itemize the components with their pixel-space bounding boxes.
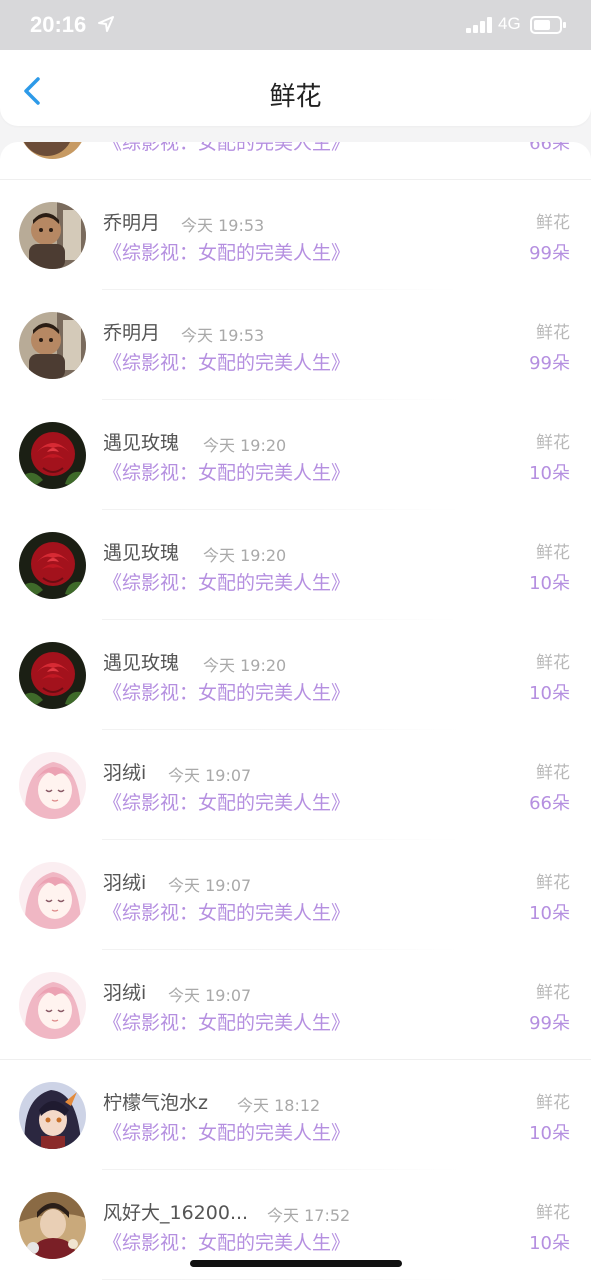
signal-bars-icon (466, 17, 494, 33)
gift-time: 今天 17:52 (267, 1206, 351, 1225)
gift-time: 今天 19:53 (181, 326, 265, 345)
home-indicator[interactable] (190, 1260, 402, 1267)
avatar[interactable] (19, 532, 86, 599)
list-item[interactable]: 羽绒i 今天 19:07 《综影视：女配的完美人生》 鲜花 66朵 (0, 730, 591, 840)
avatar[interactable] (19, 972, 86, 1039)
gift-type: 鲜花 (536, 763, 570, 783)
user-name[interactable]: 羽绒i (103, 758, 146, 785)
gift-time: 今天 19:53 (181, 216, 265, 235)
user-name[interactable]: 羽绒i (103, 978, 146, 1005)
flower-count: 10朵 (529, 1233, 570, 1254)
book-title[interactable]: 《综影视：女配的完美人生》 (103, 238, 350, 265)
list-item[interactable]: 遇见玫瑰 今天 19:20 《综影视：女配的完美人生》 鲜花 10朵 (0, 400, 591, 510)
gift-type: 鲜花 (536, 653, 570, 673)
flower-count: 66朵 (529, 793, 570, 814)
avatar[interactable] (19, 752, 86, 819)
avatar[interactable] (19, 862, 86, 929)
gift-time: 今天 19:20 (203, 546, 287, 565)
gift-time: 今天 19:20 (203, 436, 287, 455)
gift-time: 今天 19:07 (168, 766, 252, 785)
gift-type: 鲜花 (536, 543, 570, 563)
list-item[interactable]: 乔明月 今天 19:53 《综影视：女配的完美人生》 鲜花 99朵 (0, 290, 591, 400)
gift-type: 鲜花 (536, 433, 570, 453)
page-title: 鲜花 (269, 82, 322, 112)
flower-count: 99朵 (529, 353, 570, 374)
flower-count: 99朵 (529, 1013, 570, 1034)
list-item[interactable]: 遇见玫瑰 今天 19:20 《综影视：女配的完美人生》 鲜花 10朵 (0, 510, 591, 620)
location-arrow-icon (98, 16, 114, 32)
flower-count: 99朵 (529, 243, 570, 264)
book-title[interactable]: 《综影视：女配的完美人生》 (103, 458, 350, 485)
user-name[interactable]: 乔明月 (103, 318, 160, 345)
gift-type: 鲜花 (536, 983, 570, 1003)
book-title[interactable]: 《综影视：女配的完美人生》 (103, 898, 350, 925)
avatar (19, 142, 86, 159)
list-item[interactable]: 羽绒i 今天 19:07 《综影视：女配的完美人生》 鲜花 99朵 (0, 950, 591, 1060)
flower-count: 10朵 (529, 683, 570, 704)
user-name[interactable]: 乔明月 (103, 208, 160, 235)
flower-count: 10朵 (529, 463, 570, 484)
avatar[interactable] (19, 422, 86, 489)
book-title[interactable]: 《综影视：女配的完美人生》 (103, 568, 350, 595)
book-title[interactable]: 《综影视：女配的完美人生》 (103, 348, 350, 375)
user-name[interactable]: 羽绒i (103, 868, 146, 895)
battery-icon (530, 16, 566, 34)
book-title[interactable]: 《综影视：女配的完美人生》 (103, 1228, 350, 1255)
screen: 20:16 4G 鲜花 《综影视：女配的完美人生》 66朵 乔明月 今天 19:… (0, 0, 591, 1280)
avatar[interactable] (19, 1082, 86, 1149)
flower-record-list: 《综影视：女配的完美人生》 66朵 乔明月 今天 19:53 《综影视：女配的完美人… (0, 142, 591, 1280)
gift-type: 鲜花 (536, 1093, 570, 1113)
gift-time: 今天 19:20 (203, 656, 287, 675)
book-title[interactable]: 《综影视：女配的完美人生》 (103, 1008, 350, 1035)
gift-type: 鲜花 (536, 873, 570, 893)
gift-time: 今天 19:07 (168, 876, 252, 895)
list-item-partial[interactable]: 《综影视：女配的完美人生》 66朵 (0, 142, 591, 180)
flower-count: 10朵 (529, 903, 570, 924)
book-title[interactable]: 《综影视：女配的完美人生》 (103, 1118, 350, 1145)
user-name[interactable]: 遇见玫瑰 (103, 428, 179, 455)
avatar[interactable] (19, 312, 86, 379)
flower-count: 66朵 (529, 142, 570, 154)
gift-time: 今天 19:07 (168, 986, 252, 1005)
user-name[interactable]: 遇见玫瑰 (103, 648, 179, 675)
avatar[interactable] (19, 202, 86, 269)
nav-bar: 鲜花 (0, 50, 591, 126)
flower-count: 10朵 (529, 1123, 570, 1144)
status-bar: 20:16 4G (0, 0, 591, 50)
avatar[interactable] (19, 1192, 86, 1259)
list-item[interactable]: 羽绒i 今天 19:07 《综影视：女配的完美人生》 鲜花 10朵 (0, 840, 591, 950)
book-title[interactable]: 《综影视：女配的完美人生》 (103, 678, 350, 705)
list-item[interactable]: 柠檬气泡水z 今天 18:12 《综影视：女配的完美人生》 鲜花 10朵 (0, 1060, 591, 1170)
gift-type: 鲜花 (536, 323, 570, 343)
user-name[interactable]: 柠檬气泡水z (103, 1088, 208, 1115)
avatar[interactable] (19, 642, 86, 709)
user-name[interactable]: 遇见玫瑰 (103, 538, 179, 565)
list-item[interactable]: 乔明月 今天 19:53 《综影视：女配的完美人生》 鲜花 99朵 (0, 180, 591, 290)
list-item[interactable]: 遇见玫瑰 今天 19:20 《综影视：女配的完美人生》 鲜花 10朵 (0, 620, 591, 730)
gift-type: 鲜花 (536, 213, 570, 233)
gift-time: 今天 18:12 (237, 1096, 321, 1115)
book-title[interactable]: 《综影视：女配的完美人生》 (103, 142, 350, 155)
status-time: 20:16 (30, 12, 87, 37)
flower-count: 10朵 (529, 573, 570, 594)
book-title[interactable]: 《综影视：女配的完美人生》 (103, 788, 350, 815)
user-name[interactable]: 风好大_16200... (103, 1198, 248, 1225)
gift-type: 鲜花 (536, 1203, 570, 1223)
network-type: 4G (498, 14, 521, 33)
